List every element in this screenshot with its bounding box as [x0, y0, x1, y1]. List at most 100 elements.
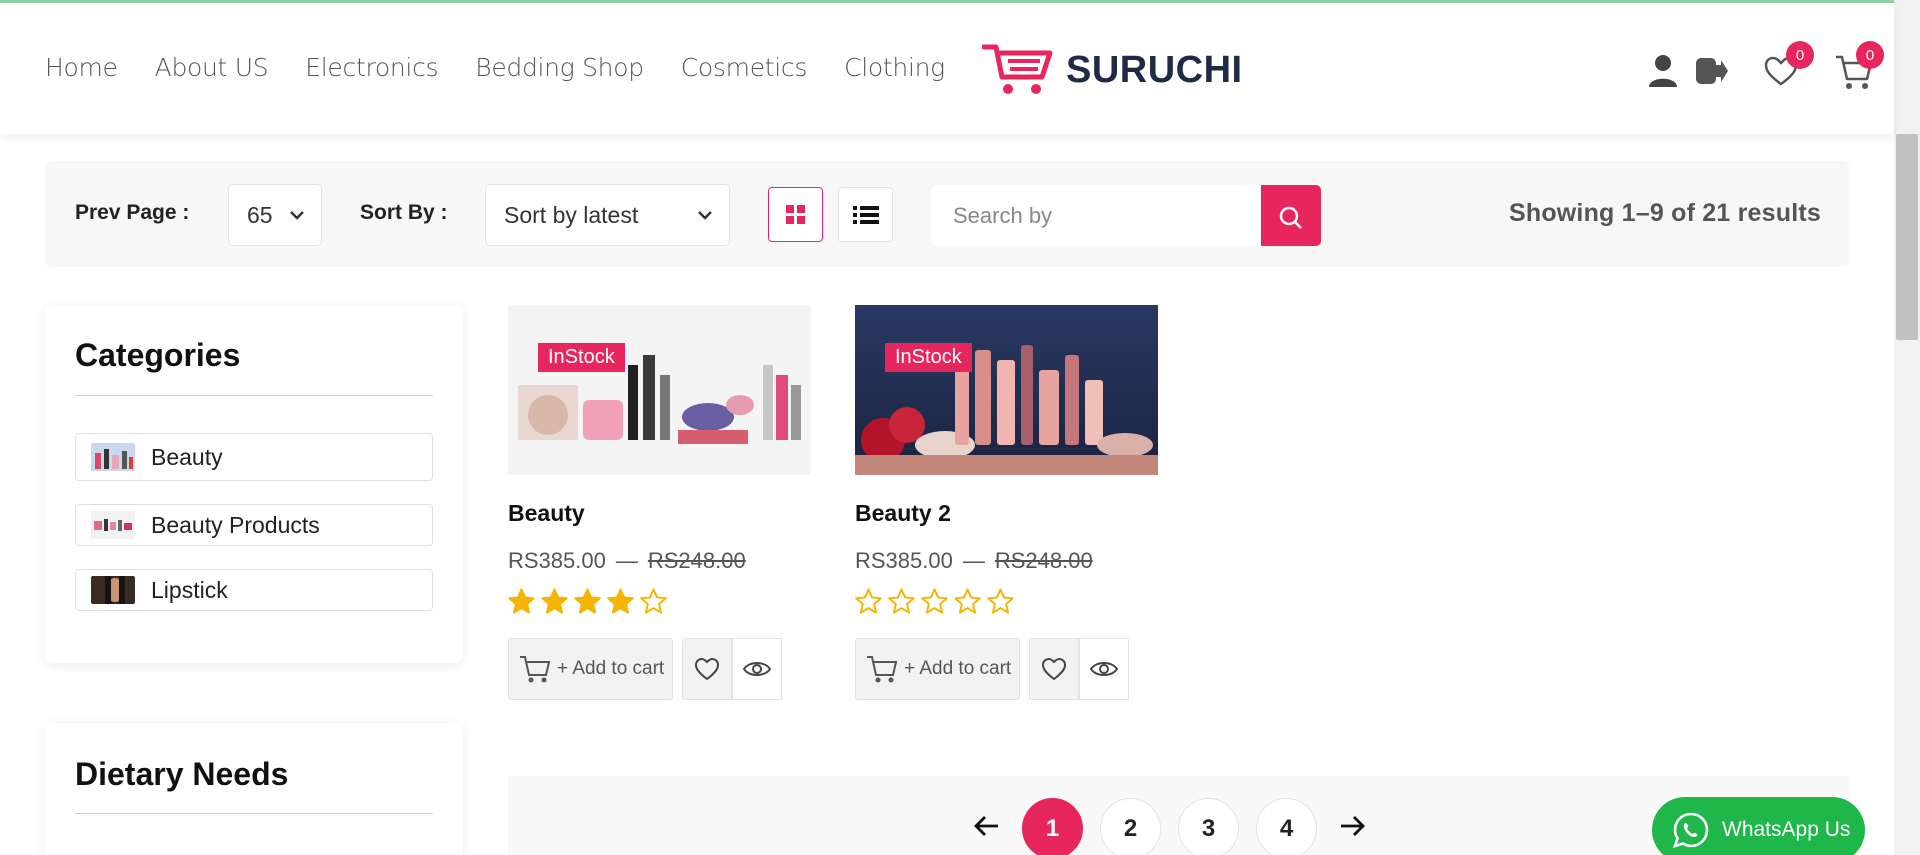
old-price: RS248.00 — [994, 548, 1093, 573]
category-item-beauty-products[interactable]: Beauty Products — [75, 504, 433, 546]
heart-icon — [694, 657, 720, 681]
product-photo — [855, 305, 1158, 475]
whatsapp-icon — [1672, 812, 1709, 848]
per-page-select[interactable]: 65 — [228, 184, 322, 246]
page-button-1[interactable]: 1 — [1022, 798, 1083, 855]
star-filled-icon — [541, 588, 568, 614]
product-price: RS385.00 — RS248.00 — [508, 548, 746, 574]
dietary-needs-title: Dietary Needs — [75, 756, 289, 792]
search-icon — [1279, 206, 1302, 229]
product-card: InStock Beauty RS385.00 — RS248.00 + Add t… — [508, 305, 811, 700]
product-photo — [508, 305, 811, 475]
whatsapp-button[interactable]: WhatsApp Us — [1652, 797, 1865, 855]
page-scrollbar-track[interactable] — [1894, 0, 1920, 855]
category-thumbnail — [91, 511, 135, 539]
wishlist-button[interactable] — [1029, 638, 1079, 700]
next-page-arrow-icon[interactable] — [1339, 815, 1365, 841]
site-header: Home About US Electronics Bedding Shop C… — [0, 3, 1894, 134]
nav-bedding-shop[interactable]: Bedding Shop — [475, 53, 644, 82]
star-empty-icon — [987, 588, 1014, 614]
cart-logo-icon — [982, 44, 1053, 94]
categories-widget: Categories Beauty Beauty Products Lipsti… — [45, 305, 463, 663]
cart-icon — [867, 656, 898, 683]
page-scrollbar-thumb[interactable] — [1896, 134, 1918, 340]
add-to-cart-button[interactable]: + Add to cart — [855, 638, 1020, 700]
product-price: RS385.00 — RS248.00 — [855, 548, 1093, 574]
search-input[interactable] — [931, 185, 1261, 246]
page-button-2[interactable]: 2 — [1100, 798, 1161, 855]
category-thumbnail — [91, 576, 135, 604]
results-count: Showing 1–9 of 21 results — [1508, 199, 1821, 227]
product-actions: + Add to cart — [508, 638, 782, 700]
categories-title: Categories — [75, 337, 241, 373]
category-label: Beauty Products — [151, 511, 320, 538]
current-price: RS385.00 — [855, 548, 953, 573]
product-image[interactable]: InStock — [508, 305, 811, 475]
cart-icon — [520, 656, 551, 683]
divider — [75, 813, 433, 814]
eye-icon — [743, 662, 771, 676]
category-thumbnail — [91, 443, 135, 471]
price-separator: — — [615, 548, 638, 573]
user-icon[interactable] — [1648, 54, 1678, 92]
header-actions: 0 0 — [1634, 41, 1894, 98]
star-empty-icon — [888, 588, 915, 614]
dietary-needs-widget: Dietary Needs — [45, 723, 463, 855]
nav-home[interactable]: Home — [45, 53, 118, 82]
chevron-down-icon — [290, 211, 304, 220]
eye-icon — [1090, 662, 1118, 676]
page-button-4[interactable]: 4 — [1256, 798, 1317, 855]
per-page-value: 65 — [247, 201, 273, 228]
pagination-area — [508, 776, 1850, 855]
heart-icon — [1041, 657, 1067, 681]
price-separator: — — [962, 548, 985, 573]
star-filled-icon — [508, 588, 535, 614]
star-empty-icon — [954, 588, 981, 614]
main-nav: Home About US Electronics Bedding Shop C… — [45, 53, 982, 82]
star-empty-icon — [640, 588, 667, 614]
sort-value: Sort by latest — [504, 201, 639, 228]
divider — [75, 395, 433, 396]
category-label: Beauty — [151, 443, 223, 470]
nav-clothing[interactable]: Clothing — [844, 53, 945, 82]
category-item-lipstick[interactable]: Lipstick — [75, 569, 433, 611]
add-to-cart-button[interactable]: + Add to cart — [508, 638, 673, 700]
quick-view-button[interactable] — [732, 638, 782, 700]
wishlist-button[interactable] — [682, 638, 732, 700]
product-name[interactable]: Beauty — [508, 500, 585, 527]
page-button-3[interactable]: 3 — [1178, 798, 1239, 855]
category-item-beauty[interactable]: Beauty — [75, 433, 433, 481]
nav-cosmetics[interactable]: Cosmetics — [681, 53, 808, 82]
grid-view-button[interactable] — [768, 187, 823, 242]
prev-page-arrow-icon[interactable] — [974, 815, 1000, 841]
product-name[interactable]: Beauty 2 — [855, 500, 951, 527]
shop-toolbar: Prev Page : 65 Sort By : Sort by latest … — [45, 161, 1849, 267]
star-empty-icon — [855, 588, 882, 614]
rating-stars — [855, 588, 1014, 614]
product-card: InStock Beauty 2 RS385.00 — RS248.00 + Add… — [855, 305, 1158, 700]
star-filled-icon — [607, 588, 634, 614]
chevron-down-icon — [698, 211, 712, 220]
star-filled-icon — [574, 588, 601, 614]
cart-count-badge: 0 — [1856, 41, 1884, 69]
nav-electronics[interactable]: Electronics — [305, 53, 438, 82]
list-icon — [852, 205, 879, 224]
add-to-cart-label: + Add to cart — [557, 658, 665, 679]
quick-view-button[interactable] — [1079, 638, 1129, 700]
rating-stars — [508, 588, 667, 614]
product-image[interactable]: InStock — [855, 305, 1158, 475]
current-price: RS385.00 — [508, 548, 606, 573]
nav-about-us[interactable]: About US — [155, 53, 269, 82]
sort-select[interactable]: Sort by latest — [485, 184, 730, 246]
list-view-button[interactable] — [838, 187, 893, 242]
instock-badge: InStock — [538, 343, 625, 372]
brand-name: SURUCHI — [1066, 48, 1243, 91]
old-price: RS248.00 — [647, 548, 746, 573]
site-logo[interactable]: SURUCHI — [982, 41, 1243, 99]
wishlist-count-badge: 0 — [1786, 41, 1814, 69]
logout-icon[interactable] — [1694, 56, 1728, 90]
star-empty-icon — [921, 588, 948, 614]
product-actions: + Add to cart — [855, 638, 1129, 700]
instock-badge: InStock — [885, 343, 972, 372]
search-button[interactable] — [1261, 185, 1321, 246]
